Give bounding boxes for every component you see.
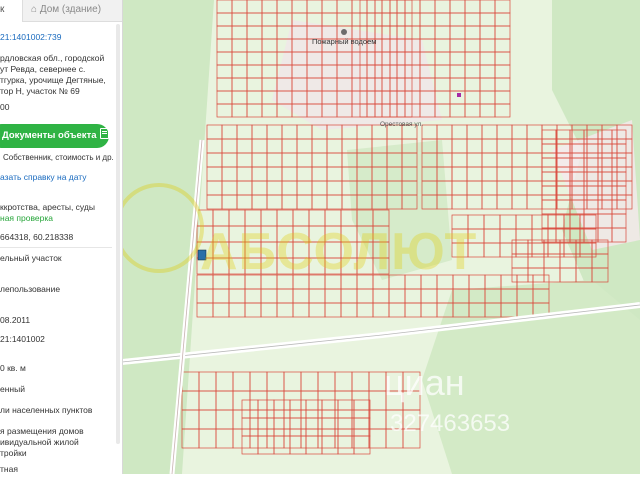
panel-tabs: к ⌂ Дом (здание) <box>0 0 122 22</box>
checks-text: ккротства, аресты, суды <box>0 202 95 212</box>
poi-marker <box>457 93 461 97</box>
tab-building[interactable]: ⌂ Дом (здание) <box>22 0 122 22</box>
category-value: ли населенных пунктов <box>0 405 93 415</box>
address-line-1: рдловская обл., городской <box>0 53 105 63</box>
certificate-link[interactable]: азать справку на дату <box>0 172 87 183</box>
number-value: 00 <box>0 102 10 112</box>
area-value: 0 кв. м <box>0 363 26 373</box>
permitted-use-line-1: я размещения домов <box>0 426 84 436</box>
documents-button-label: Документы объекта <box>2 130 97 141</box>
documents-caption: Собственник, стоимость и др. <box>3 153 114 162</box>
document-icon <box>99 128 109 139</box>
coordinates-value: 664318, 60.218338 <box>0 232 74 242</box>
info-panel: к ⌂ Дом (здание) 21:1401002:739 рдловска… <box>0 0 123 474</box>
documents-button[interactable]: Документы объекта <box>0 124 109 148</box>
address-line-4: тор Н, участок № 69 <box>0 86 80 96</box>
permitted-use-line-2: ивидуальной жилой <box>0 437 79 447</box>
address-line-2: ут Ревда, севернее с. <box>0 64 86 74</box>
cadastral-number-link[interactable]: 21:1401002:739 <box>0 32 61 43</box>
panel-scrollbar[interactable] <box>116 24 120 444</box>
tab-plot[interactable]: к <box>0 0 22 22</box>
map-canvas[interactable]: Пожарный водоем Орестовая ул. <box>121 0 640 475</box>
tab-building-label: Дом (здание) <box>39 4 102 15</box>
object-type-value: ельный участок <box>0 253 62 263</box>
address-line-3: тгурка, урочище Дегтяные, <box>0 75 106 85</box>
fire-pond-label: Пожарный водоем <box>312 37 376 46</box>
status-value: енный <box>0 384 25 394</box>
divider <box>0 247 112 248</box>
house-icon: ⌂ <box>31 4 40 15</box>
street-label-orestovaya: Орестовая ул. <box>380 121 423 128</box>
cadastral-map[interactable]: Пожарный водоем Орестовая ул. АБСОЛЮТ ци… <box>114 0 640 475</box>
last-value: тная <box>0 464 18 474</box>
date-value: 08.2011 <box>0 315 31 325</box>
quarter-value: 21:1401002 <box>0 334 45 344</box>
selected-plot-marker[interactable] <box>197 249 207 261</box>
permitted-use-line-3: тройки <box>0 448 27 458</box>
land-use-value: лепользование <box>0 284 61 294</box>
checks-link[interactable]: ная проверка <box>0 213 53 224</box>
fire-pond-icon <box>341 29 347 35</box>
